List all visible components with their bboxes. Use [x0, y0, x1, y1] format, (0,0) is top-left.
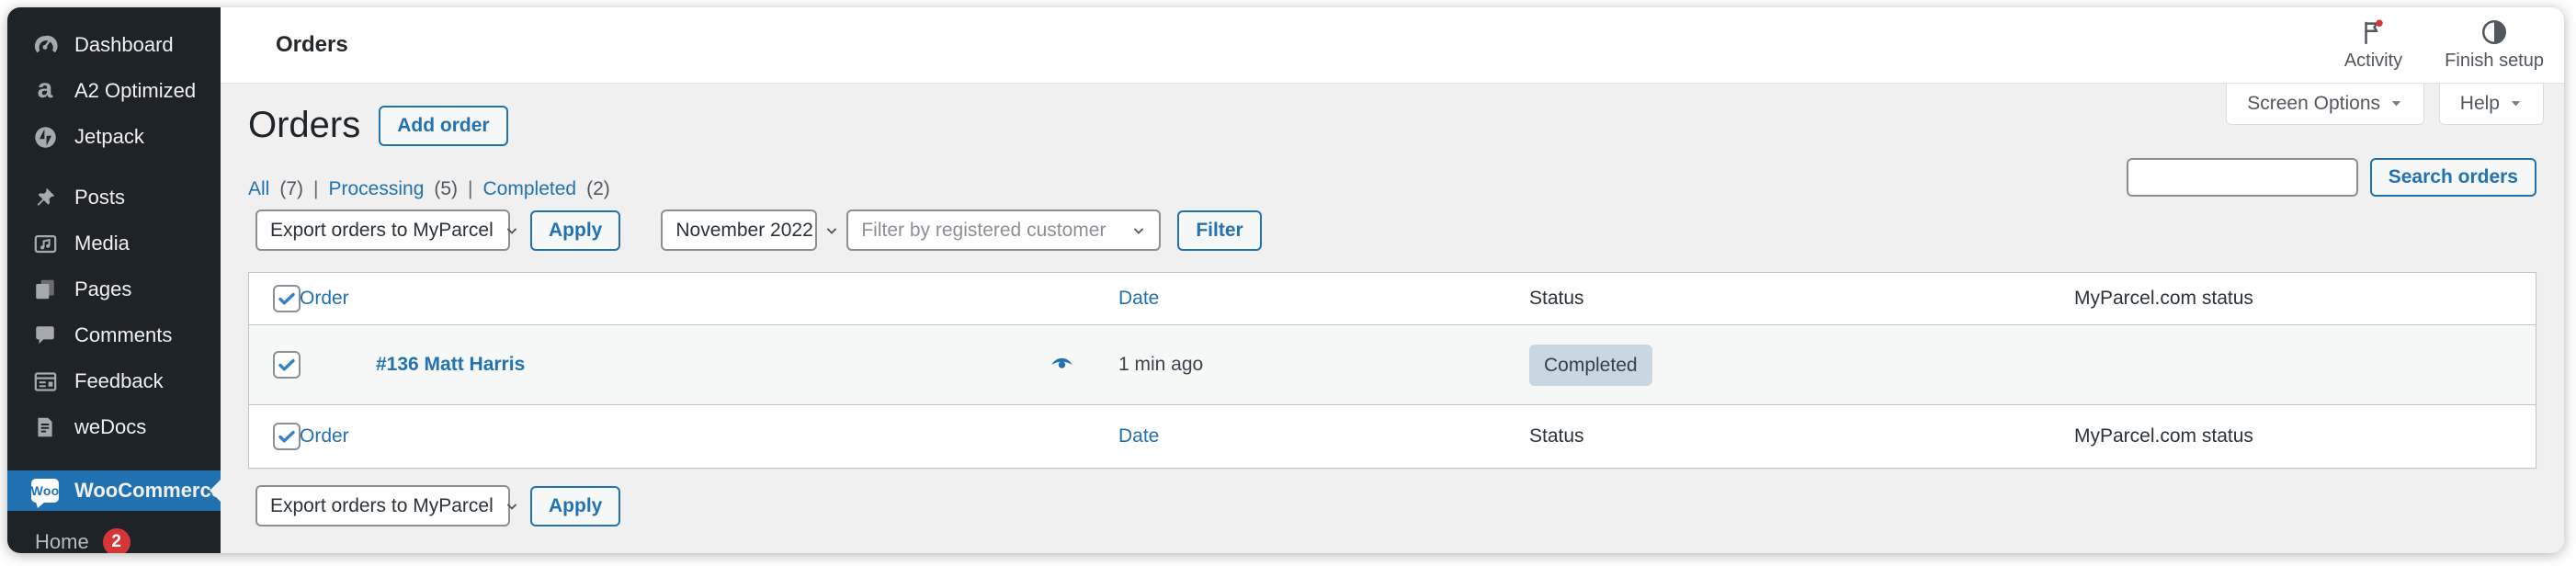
sidebar-item-label: Posts [74, 186, 125, 209]
sidebar-item-label: Comments [74, 323, 172, 347]
status-view-links: All (7) | Processing (5) | Completed (2) [248, 178, 610, 200]
order-row: #136 Matt Harris 1 min ago Completed [249, 324, 2536, 405]
chevron-down-icon [503, 497, 521, 515]
view-link-completed[interactable]: Completed [483, 178, 577, 200]
sidebar-item-dashboard[interactable]: Dashboard [7, 22, 221, 68]
half-circle-icon [2480, 18, 2508, 46]
bulk-actions-toolbar: Export orders to MyParcel Apply November… [255, 209, 1262, 251]
view-separator: | [313, 178, 318, 200]
column-header-order[interactable]: Order [300, 288, 349, 309]
plugin-header: Orders Activity Finish setup [221, 7, 2564, 83]
sidebar-item-a2-optimized[interactable]: a A2 Optimized [7, 68, 221, 114]
column-footer-order[interactable]: Order [300, 425, 349, 447]
notification-badge: 2 [103, 528, 131, 553]
document-icon [31, 413, 59, 441]
column-header-date[interactable]: Date [1118, 288, 1159, 309]
sidebar-item-pages[interactable]: Pages [7, 266, 221, 312]
help-tab[interactable]: Help [2439, 83, 2544, 125]
sidebar-item-label: Jetpack [74, 125, 144, 149]
view-separator: | [468, 178, 472, 200]
sidebar-item-label: Pages [74, 277, 131, 301]
sidebar-item-label: Feedback [74, 369, 164, 393]
page-title: Orders [248, 105, 360, 146]
chevron-down-icon [823, 221, 841, 240]
content-area: Orders Activity Finish setup [221, 7, 2564, 553]
comment-icon [31, 322, 59, 349]
order-date: 1 min ago [1118, 354, 1203, 375]
table-header-row: Order Date Status MyParcel.com status [249, 273, 2536, 324]
add-order-button[interactable]: Add order [379, 106, 507, 146]
filter-button[interactable]: Filter [1177, 210, 1261, 251]
header-actions: Activity Finish setup [2344, 18, 2544, 72]
export-orders-select[interactable]: Export orders to MyParcel [255, 209, 510, 251]
admin-window: Dashboard a A2 Optimized Jetpack Posts M… [7, 7, 2564, 553]
sidebar-item-media[interactable]: Media [7, 221, 221, 266]
search-input[interactable] [2127, 158, 2358, 197]
activity-label: Activity [2344, 51, 2402, 72]
finish-setup-button[interactable]: Finish setup [2445, 18, 2544, 72]
woo-icon: Woo [31, 477, 59, 504]
sidebar-item-wedocs[interactable]: weDocs [7, 404, 221, 450]
feedback-icon [31, 368, 59, 395]
jetpack-icon [31, 123, 59, 151]
select-all-checkbox[interactable] [273, 423, 301, 450]
sidebar-item-feedback[interactable]: Feedback [7, 358, 221, 404]
customer-filter-select[interactable]: Filter by registered customer [846, 209, 1161, 251]
view-link-all[interactable]: All [248, 178, 269, 200]
chevron-down-icon [2389, 96, 2403, 110]
table-footer-row: Order Date Status MyParcel.com status [249, 405, 2536, 468]
column-footer-myparcel-status: MyParcel.com status [2074, 425, 2253, 447]
sidebar-item-label: weDocs [74, 415, 146, 439]
select-all-checkbox[interactable] [273, 285, 301, 312]
sidebar-item-label: A2 Optimized [74, 79, 196, 103]
view-count-processing: (5) [434, 178, 458, 200]
order-status-badge: Completed [1529, 345, 1652, 386]
row-checkbox[interactable] [273, 351, 301, 379]
search-row: Search orders [2127, 158, 2536, 197]
preview-eye-icon[interactable] [1050, 353, 1074, 378]
column-footer-date[interactable]: Date [1118, 425, 1159, 447]
search-orders-button[interactable]: Search orders [2370, 158, 2536, 197]
sidebar-item-posts[interactable]: Posts [7, 175, 221, 221]
order-link[interactable]: #136 Matt Harris [376, 354, 525, 376]
pushpin-icon [31, 184, 59, 211]
apply-button[interactable]: Apply [530, 210, 620, 251]
help-label: Help [2460, 93, 2500, 115]
chevron-down-icon [503, 221, 521, 240]
admin-sidebar: Dashboard a A2 Optimized Jetpack Posts M… [7, 7, 221, 553]
sidebar-item-label: WooCommerce [74, 479, 222, 503]
column-footer-status: Status [1529, 425, 1584, 447]
bottom-bulk-actions-toolbar: Export orders to MyParcel Apply [255, 485, 620, 526]
submenu-item-label: Home [35, 530, 89, 553]
view-count-all: (7) [279, 178, 303, 200]
flag-icon [2359, 18, 2387, 46]
sidebar-item-comments[interactable]: Comments [7, 312, 221, 358]
sidebar-item-label: Media [74, 232, 130, 255]
screen-options-label: Screen Options [2247, 93, 2380, 115]
workspace: Screen Options Help Orders Add order Sea… [221, 83, 2564, 553]
view-link-processing[interactable]: Processing [328, 178, 424, 200]
sidebar-item-woocommerce[interactable]: Woo WooCommerce [7, 470, 221, 511]
sidebar-item-home[interactable]: Home 2 [7, 522, 221, 553]
chevron-down-icon [1129, 221, 1148, 240]
media-icon [31, 230, 59, 257]
view-count-completed: (2) [586, 178, 610, 200]
header-title: Orders [276, 32, 348, 58]
month-filter-select[interactable]: November 2022 [661, 209, 817, 251]
screen-options-tab[interactable]: Screen Options [2226, 83, 2424, 125]
sidebar-item-jetpack[interactable]: Jetpack [7, 114, 221, 160]
chevron-down-icon [2509, 96, 2523, 110]
pages-icon [31, 276, 59, 303]
orders-table: Order Date Status MyParcel.com status #1… [248, 272, 2536, 469]
sidebar-item-label: Dashboard [74, 33, 174, 57]
apply-button-bottom[interactable]: Apply [530, 486, 620, 526]
finish-setup-label: Finish setup [2445, 51, 2544, 72]
activity-button[interactable]: Activity [2344, 18, 2402, 72]
gauge-icon [31, 31, 59, 59]
column-header-myparcel-status: MyParcel.com status [2074, 288, 2253, 309]
a2-icon: a [31, 77, 59, 105]
export-orders-select-bottom[interactable]: Export orders to MyParcel [255, 485, 510, 526]
page-heading-row: Orders Add order [248, 105, 508, 146]
column-header-status: Status [1529, 288, 1584, 309]
